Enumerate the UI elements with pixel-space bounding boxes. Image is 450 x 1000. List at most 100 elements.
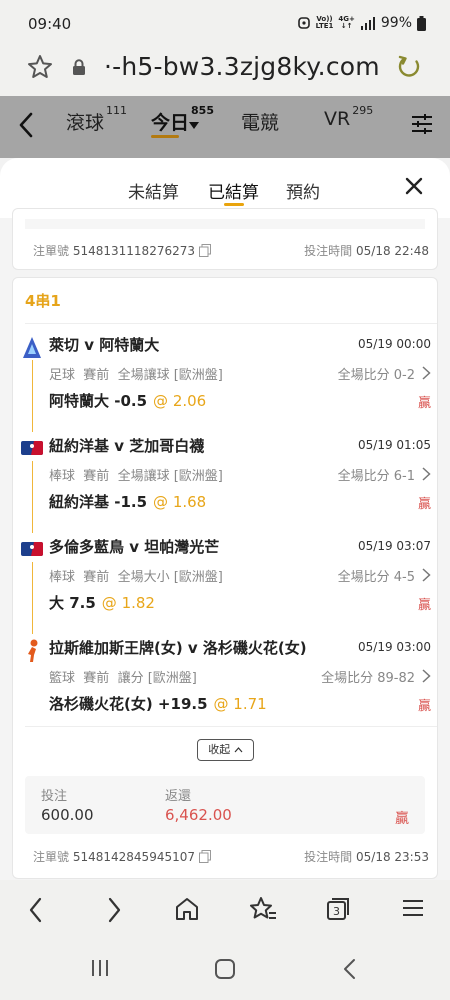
leg-pick: 洛杉磯火花(女) +19.5 @ 1.71 bbox=[49, 693, 267, 714]
leg-pick: 大 7.5 @ 1.82 bbox=[49, 592, 155, 613]
home-button-icon[interactable] bbox=[214, 958, 236, 984]
copy-icon[interactable] bbox=[198, 244, 211, 257]
lte-label: LTE1 bbox=[315, 22, 334, 30]
leg-connector bbox=[32, 461, 33, 533]
status-bar: 09:40 Vo)) LTE1 4G+ ↓↑ 99% bbox=[0, 0, 450, 48]
leg-market: 全場讓球 bbox=[117, 469, 170, 484]
leg-phase: 賽前 bbox=[83, 469, 110, 484]
lock-icon bbox=[72, 59, 86, 79]
ticket-number-value: 5148131118276273 bbox=[72, 244, 195, 258]
app-nav-bar: 滾球111 今日855 電競 VR 295 bbox=[0, 96, 450, 158]
bet-leg[interactable]: 拉斯維加斯王牌(女) v 洛杉磯火花(女) 05/19 03:00 籃球 賽前 … bbox=[13, 629, 437, 725]
tab-live-count: 111 bbox=[106, 104, 128, 117]
collapse-button[interactable]: 收起 bbox=[197, 739, 254, 761]
chevron-up-icon bbox=[234, 747, 243, 753]
tab-today[interactable]: 今日855 bbox=[151, 104, 214, 138]
leg-odds-type: [歐洲盤] bbox=[147, 671, 197, 686]
dropdown-caret-icon bbox=[189, 122, 199, 129]
browser-forward-icon[interactable] bbox=[104, 896, 124, 928]
tabs-count-icon[interactable]: 3 bbox=[325, 896, 351, 926]
chevron-right-icon[interactable] bbox=[422, 668, 431, 687]
leg-connector bbox=[32, 562, 33, 634]
leg-odds-value: 1.68 bbox=[172, 493, 207, 511]
tab-esports-label: 電競 bbox=[241, 112, 280, 134]
leg-odds-type: [歐洲盤] bbox=[173, 570, 223, 585]
divider bbox=[25, 323, 437, 324]
leg-odds-type: [歐洲盤] bbox=[173, 368, 223, 383]
alarm-icon bbox=[297, 17, 310, 29]
mlb-logo-icon bbox=[21, 437, 43, 459]
tab-reserved[interactable]: 預約 bbox=[286, 178, 320, 203]
tab-settled-label: 已結算 bbox=[208, 183, 259, 203]
ticket-number: 注單號 5148142845945107 bbox=[33, 848, 211, 865]
chevron-right-icon[interactable] bbox=[422, 365, 431, 384]
leg-odds: @ 1.68 bbox=[153, 493, 207, 511]
bet-time-label: 投注時間 bbox=[304, 244, 353, 258]
browser-back-icon[interactable] bbox=[26, 896, 46, 928]
leg-score: 全場比分 89-82 bbox=[321, 671, 415, 686]
copy-icon[interactable] bbox=[198, 850, 211, 863]
system-nav-bar bbox=[0, 940, 450, 1000]
chevron-right-icon[interactable] bbox=[422, 466, 431, 485]
home-icon[interactable] bbox=[174, 896, 200, 926]
battery-icon bbox=[417, 15, 426, 31]
browser-url-bar: ·-h5-bw3.3zjg8ky.com bbox=[0, 48, 450, 96]
bookmarks-icon[interactable] bbox=[249, 896, 277, 926]
ticket-number-label: 注單號 bbox=[33, 244, 70, 258]
bet-card-previous[interactable]: 注單號 5148131118276273 投注時間 05/18 22:48 bbox=[12, 208, 438, 270]
close-icon[interactable] bbox=[404, 176, 424, 200]
leg-market: 全場讓球 bbox=[117, 368, 170, 383]
status-icons: Vo)) LTE1 4G+ ↓↑ 99% bbox=[297, 15, 426, 31]
recent-apps-icon[interactable] bbox=[90, 958, 110, 982]
leg-match-title: 拉斯維加斯王牌(女) v 洛杉磯火花(女) bbox=[49, 639, 307, 657]
tab-esports[interactable]: 電競 bbox=[241, 108, 279, 135]
leg-phase: 賽前 bbox=[83, 368, 110, 383]
leg-odds: @ 1.82 bbox=[101, 594, 155, 612]
tab-today-underline bbox=[151, 135, 179, 138]
url-text[interactable]: ·-h5-bw3.3zjg8ky.com bbox=[104, 52, 380, 81]
tab-vr[interactable]: VR 295 bbox=[324, 104, 373, 130]
bet-card-parlay[interactable]: 4串1 萊切 v 阿特蘭大 05/19 00:00 足球 賽前 全場讓球 [歐洲… bbox=[12, 277, 438, 879]
leg-odds-type: [歐洲盤] bbox=[173, 469, 223, 484]
return-label: 返還 bbox=[165, 789, 192, 804]
tab-vr-label: VR bbox=[324, 108, 351, 130]
volte-indicator: Vo)) LTE1 bbox=[316, 16, 334, 30]
tab-unsettled[interactable]: 未結算 bbox=[128, 178, 179, 203]
leg-market-info: 棒球 賽前 全場大小 [歐洲盤] bbox=[49, 566, 223, 585]
reload-icon[interactable] bbox=[395, 53, 423, 85]
bet-time-label: 投注時間 bbox=[304, 850, 353, 864]
leg-odds-value: 2.06 bbox=[172, 392, 207, 410]
tab-live[interactable]: 滾球111 bbox=[66, 104, 127, 135]
bet-status-badge: 贏 bbox=[395, 811, 409, 827]
tab-today-count: 855 bbox=[191, 104, 214, 117]
status-time: 09:40 bbox=[28, 15, 72, 33]
leg-odds: @ 1.71 bbox=[213, 695, 267, 713]
leg-sport: 籃球 bbox=[49, 671, 76, 686]
bookmark-star-icon[interactable] bbox=[26, 53, 54, 85]
menu-icon[interactable] bbox=[401, 896, 425, 924]
leg-result-badge: 贏 bbox=[417, 598, 431, 613]
bet-time-value: 05/18 22:48 bbox=[356, 244, 429, 258]
leg-connector bbox=[32, 360, 33, 432]
back-arrow-icon[interactable] bbox=[16, 110, 38, 144]
tab-settled[interactable]: 已結算 bbox=[208, 178, 259, 206]
signal-icon bbox=[360, 16, 375, 30]
chevron-right-icon[interactable] bbox=[422, 567, 431, 586]
mlb-logo-icon bbox=[21, 538, 43, 560]
bet-leg[interactable]: 萊切 v 阿特蘭大 05/19 00:00 足球 賽前 全場讓球 [歐洲盤] 全… bbox=[13, 326, 437, 432]
leg-pick-label: 阿特蘭大 -0.5 bbox=[49, 392, 148, 410]
parlay-type: 4串1 bbox=[25, 292, 61, 310]
bet-record-sheet: 未結算 已結算 預約 注單號 5148131118276273 投注時間 05/… bbox=[0, 158, 450, 880]
bet-leg[interactable]: 多倫多藍鳥 v 坦帕灣光芒 05/19 03:07 棒球 賽前 全場大小 [歐洲… bbox=[13, 528, 437, 634]
leg-market-info: 足球 賽前 全場讓球 [歐洲盤] bbox=[49, 364, 223, 383]
leg-odds-value: 1.71 bbox=[233, 695, 267, 713]
network-label: 4G+ bbox=[338, 15, 355, 23]
divider bbox=[25, 726, 437, 727]
leg-phase: 賽前 bbox=[83, 570, 110, 585]
system-back-icon[interactable] bbox=[342, 958, 358, 984]
filter-settings-icon[interactable] bbox=[410, 112, 434, 140]
bet-leg[interactable]: 紐約洋基 v 芝加哥白襪 05/19 01:05 棒球 賽前 全場讓球 [歐洲盤… bbox=[13, 427, 437, 533]
leg-phase: 賽前 bbox=[83, 671, 110, 686]
leg-odds-value: 1.82 bbox=[121, 594, 155, 612]
premier-league-lion-icon bbox=[21, 336, 43, 358]
